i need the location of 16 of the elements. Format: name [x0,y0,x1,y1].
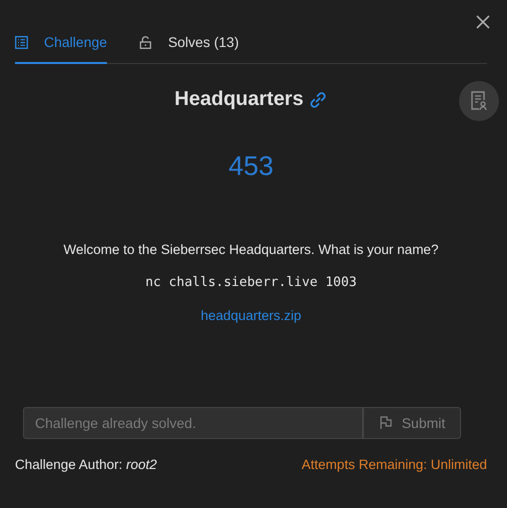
tab[interactable]: Challenge [15,28,108,64]
certificate-button[interactable] [459,81,499,121]
author-text: Challenge Author: root2 [15,457,157,472]
link-icon[interactable] [309,90,328,108]
lock-icon [139,36,152,48]
challenge-description: Welcome to the Sieberrsec Headquarters. What is your name? [64,242,438,257]
connection-command: nc challs.sieberr.live 1003 [145,275,357,290]
certificate-icon [470,91,488,111]
flag-icon [378,416,393,430]
attempts-text: Attempts Remaining: Unlimited [302,457,487,472]
challenge-title: Headquarters [174,88,304,111]
list-icon [15,36,28,48]
points-value: 453 [228,151,274,182]
file-link[interactable]: headquarters.zip [200,308,302,323]
close-icon[interactable] [476,15,490,29]
tab[interactable]: Solves (13) [139,28,239,64]
